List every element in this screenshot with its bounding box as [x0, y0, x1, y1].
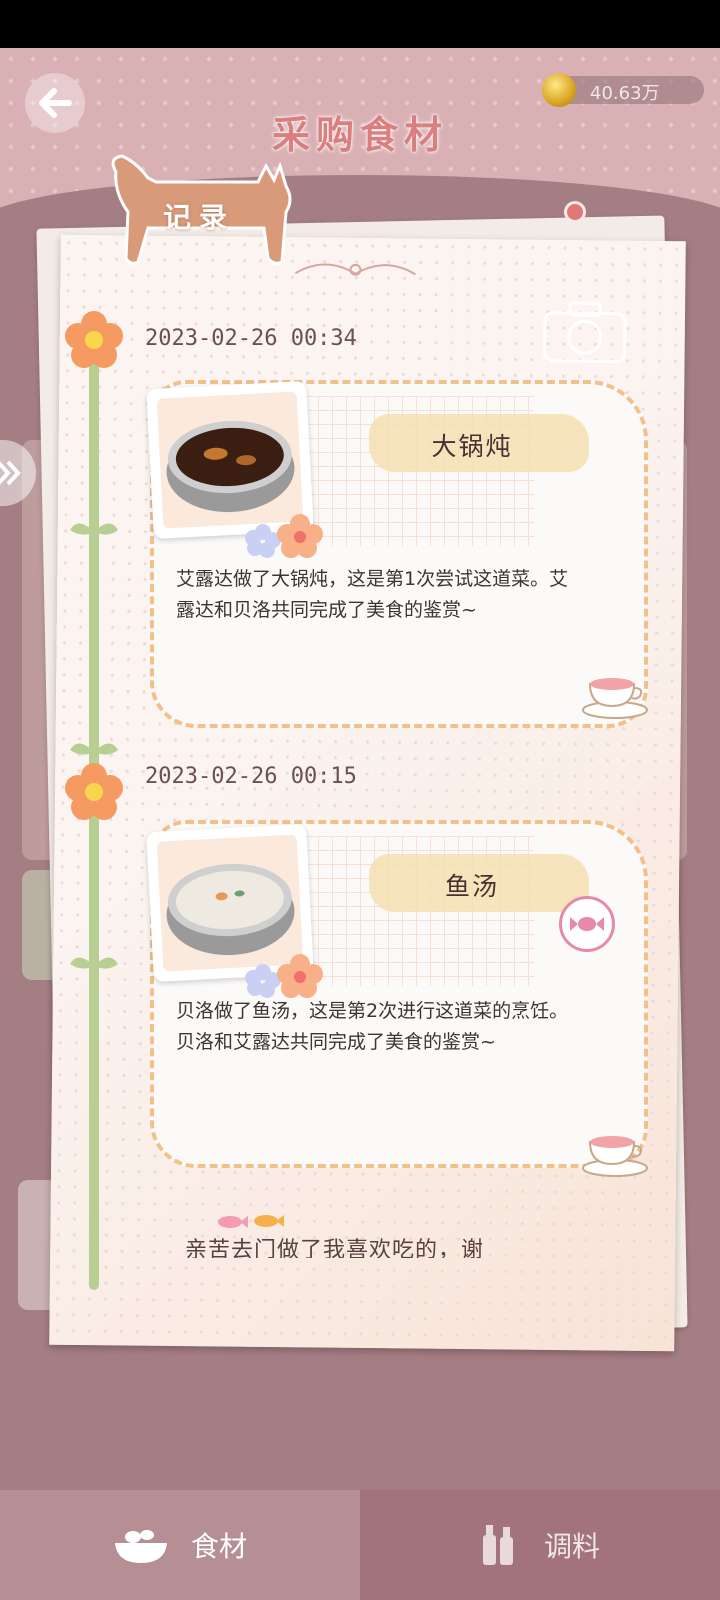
- flower-icon: [65, 311, 123, 368]
- entry-timestamp: 2023-02-26 00:34: [145, 326, 357, 351]
- fish-icon: [218, 1215, 284, 1228]
- candy-icon: [559, 896, 615, 952]
- record-tag-label: 记录: [163, 201, 236, 234]
- dish-name: 大锅炖: [431, 432, 513, 461]
- tab-label: 调料: [543, 1530, 600, 1563]
- entry-timestamp: 2023-02-26 00:15: [145, 764, 357, 789]
- bowl-icon: [114, 1530, 167, 1563]
- tab-ingredients[interactable]: 食材: [0, 1490, 360, 1600]
- tab-label: 食材: [190, 1530, 247, 1563]
- partial-note-text: 亲苦去门做了我喜欢吃的，谢: [185, 1238, 485, 1258]
- flowers-sticker-icon: [245, 954, 323, 998]
- entry-description: 贝洛做了鱼汤，这是第2次进行这道菜的烹饪。贝洛和艾露达共同完成了美食的鉴赏~: [176, 1000, 569, 1053]
- soup-bowl-icon: [166, 863, 295, 956]
- teacup-icon: [582, 1136, 648, 1177]
- teacup-icon: [582, 678, 648, 719]
- camera-icon: [543, 301, 627, 364]
- leaf-icon: [70, 523, 118, 535]
- stew-bowl-icon: [166, 420, 295, 513]
- status-bar: [0, 0, 720, 48]
- double-chevron-right-icon: [0, 460, 21, 486]
- bottom-tab-bar: 食材 调料: [0, 1490, 720, 1600]
- coin-amount: 40.63万: [590, 83, 660, 104]
- leaf-icon: [70, 743, 118, 755]
- pin-icon: [567, 204, 583, 220]
- page-title: 采购食材: [271, 112, 448, 157]
- ornament-icon: [294, 263, 416, 276]
- dish-name: 鱼汤: [444, 872, 499, 901]
- leaf-icon: [70, 957, 118, 969]
- coin-icon: [542, 73, 576, 107]
- coin-balance: 40.63万: [542, 73, 704, 107]
- entry-description: 艾露达做了大锅炖，这是第1次尝试这道菜。艾露达和贝洛共同完成了美食的鉴赏~: [176, 568, 569, 621]
- flower-icon: [65, 763, 123, 820]
- flowers-sticker-icon: [245, 514, 323, 558]
- bottles-icon: [482, 1525, 513, 1565]
- tab-seasonings[interactable]: 调料: [360, 1490, 720, 1600]
